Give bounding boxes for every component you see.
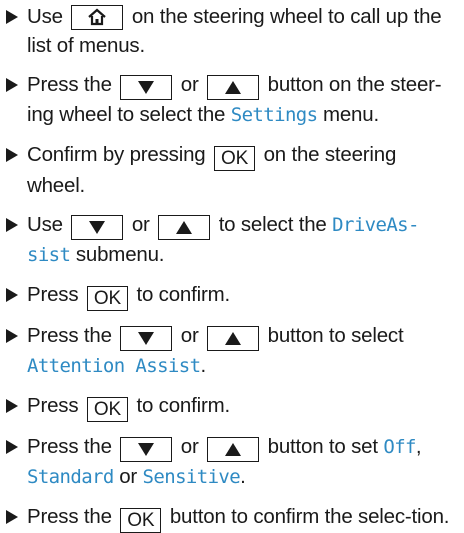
instruction-step: Use or to select the DriveAs-sist submen… [4, 210, 458, 270]
step-text: button to confirm the selec-tion. [169, 505, 450, 528]
ok-button-key: OK [120, 508, 162, 533]
ok-button-key: OK [214, 146, 256, 171]
step-text: or [180, 73, 199, 96]
instruction-step: Press the or button to select Attention … [4, 321, 458, 381]
down-arrow-icon [89, 221, 106, 234]
ok-button-key: OK [86, 397, 128, 422]
step-text: or [180, 324, 199, 347]
step-text: or [119, 465, 138, 488]
ok-button-key: OK [86, 286, 128, 311]
down-arrow-icon [138, 81, 155, 94]
step-text: or [180, 435, 199, 458]
step-text: Press the [27, 73, 112, 96]
bullet-arrow-icon [6, 218, 18, 232]
instruction-step: Confirm by pressing OK on the steering w… [4, 140, 458, 200]
instruction-step: Press OK to confirm. [4, 280, 458, 311]
bullet-arrow-icon [6, 78, 18, 92]
up-button-key [158, 215, 211, 240]
bullet-arrow-icon [6, 329, 18, 343]
home-icon [88, 8, 107, 26]
down-button-key [120, 326, 173, 351]
setting-option-off: Off [383, 436, 416, 458]
instruction-step: Press the OK button to confirm the selec… [4, 502, 458, 533]
up-button-key [207, 75, 260, 100]
instruction-step: Press the or button to set Off, Standard… [4, 432, 458, 492]
bullet-arrow-icon [6, 148, 18, 162]
step-text: or [131, 213, 150, 236]
step-text: Confirm by pressing [27, 143, 206, 166]
menu-term: Settings [230, 104, 318, 126]
step-text: Use [27, 213, 63, 236]
step-text: to confirm. [136, 283, 230, 306]
bullet-arrow-icon [6, 399, 18, 413]
step-text: . [200, 354, 206, 377]
step-text: menu. [322, 103, 379, 126]
up-arrow-icon [225, 332, 242, 345]
instruction-step: Use on the steering wheel to call up the… [4, 2, 458, 60]
bullet-arrow-icon [6, 288, 18, 302]
bullet-arrow-icon [6, 10, 18, 24]
step-text: . [240, 465, 246, 488]
instruction-step: Press the or button on the steer-ing whe… [4, 70, 458, 130]
up-arrow-icon [225, 81, 242, 94]
down-button-key [120, 437, 173, 462]
down-arrow-icon [138, 332, 155, 345]
instruction-list: Use on the steering wheel to call up the… [0, 0, 464, 533]
setting-option-standard: Standard [27, 466, 114, 488]
step-text: button to select [267, 324, 404, 347]
step-text: Press [27, 283, 79, 306]
step-text: Press the [27, 324, 112, 347]
bullet-arrow-icon [6, 440, 18, 454]
step-text: Press the [27, 505, 112, 528]
step-text: to confirm. [136, 394, 230, 417]
step-text: to select the [218, 213, 327, 236]
home-button-key [71, 4, 124, 30]
setting-option-sensitive: Sensitive [142, 466, 241, 488]
step-text: submenu. [75, 243, 165, 266]
step-text: Use [27, 5, 63, 28]
up-arrow-icon [176, 221, 193, 234]
step-text: Press the [27, 435, 112, 458]
function-term: Attention Assist [27, 355, 201, 377]
step-text: button to set [267, 435, 378, 458]
up-button-key [207, 437, 260, 462]
down-arrow-icon [138, 443, 155, 456]
up-button-key [207, 326, 260, 351]
down-button-key [120, 75, 173, 100]
down-button-key [71, 215, 124, 240]
up-arrow-icon [225, 443, 242, 456]
instruction-step: Press OK to confirm. [4, 391, 458, 422]
bullet-arrow-icon [6, 510, 18, 524]
step-text: Press [27, 394, 79, 417]
step-text: , [415, 435, 422, 458]
